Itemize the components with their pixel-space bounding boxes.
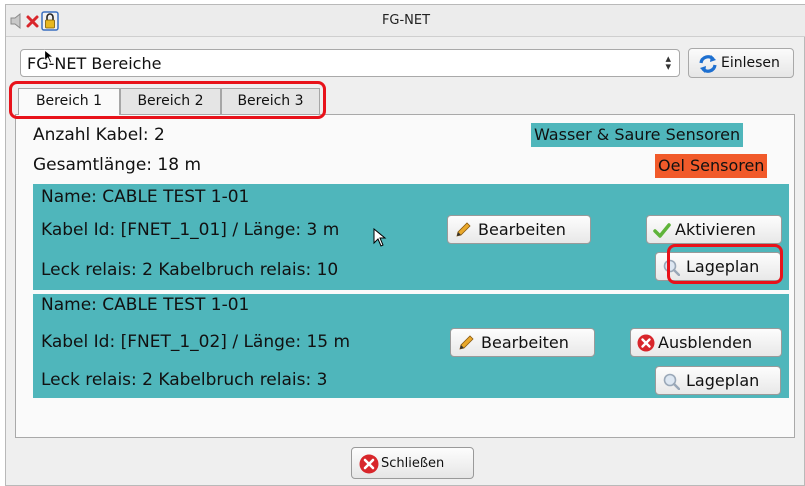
- map-button-cable-2[interactable]: Lageplan: [655, 366, 781, 395]
- legend-water-sensors: Wasser & Saure Sensoren: [531, 123, 744, 147]
- einlesen-label: Einlesen: [721, 55, 780, 71]
- edit-label: Bearbeiten: [478, 220, 566, 239]
- activate-button-cable-1[interactable]: Aktivieren: [646, 215, 782, 244]
- map-label: Lageplan: [686, 371, 760, 390]
- cable-relais: Leck relais: 2 Kabelbruch relais: 3: [41, 370, 328, 390]
- mouse-cursor-icon: [373, 228, 387, 247]
- cable-count: Anzahl Kabel: 2: [33, 125, 165, 145]
- cable-name: Name: CABLE TEST 1-01: [41, 187, 250, 207]
- close-button[interactable]: Schließen: [351, 447, 474, 479]
- magnifier-icon: [663, 373, 680, 390]
- activate-label: Aktivieren: [675, 220, 756, 239]
- edit-button-cable-1[interactable]: Bearbeiten: [447, 215, 591, 244]
- hide-label: Ausblenden: [658, 333, 753, 352]
- pencil-icon: [459, 335, 474, 350]
- cable-relais: Leck relais: 2 Kabelbruch relais: 10: [41, 260, 339, 280]
- red-x-icon: [637, 334, 655, 352]
- close-label: Schließen: [381, 456, 445, 471]
- refresh-icon: [699, 55, 717, 73]
- check-icon: [653, 223, 671, 238]
- updown-arrow-icon: ▴ ▾: [665, 52, 671, 73]
- pencil-icon: [456, 222, 471, 237]
- lageplan-highlight-annotation: [667, 244, 783, 284]
- mouse-cursor-icon: [44, 49, 55, 64]
- tabs-highlight-annotation: [9, 81, 326, 119]
- window-title: FG-NET: [381, 13, 431, 28]
- cable-id-length: Kabel Id: [FNET_1_01] / Länge: 3 m: [41, 220, 340, 240]
- cable-name: Name: CABLE TEST 1-01: [41, 295, 250, 315]
- edit-label: Bearbeiten: [481, 333, 569, 352]
- hide-button-cable-2[interactable]: Ausblenden: [630, 328, 782, 357]
- edit-button-cable-2[interactable]: Bearbeiten: [450, 328, 595, 357]
- title-bar: FG-NET: [6, 5, 805, 37]
- legend-oil-sensors: Oel Sensoren: [655, 154, 768, 178]
- red-x-icon: [359, 454, 379, 474]
- area-select[interactable]: FG-NET Bereiche ▴ ▾: [20, 49, 680, 77]
- total-length: Gesamtlänge: 18 m: [33, 155, 202, 175]
- einlesen-button[interactable]: Einlesen: [688, 48, 794, 78]
- cable-id-length: Kabel Id: [FNET_1_02] / Länge: 15 m: [41, 332, 351, 352]
